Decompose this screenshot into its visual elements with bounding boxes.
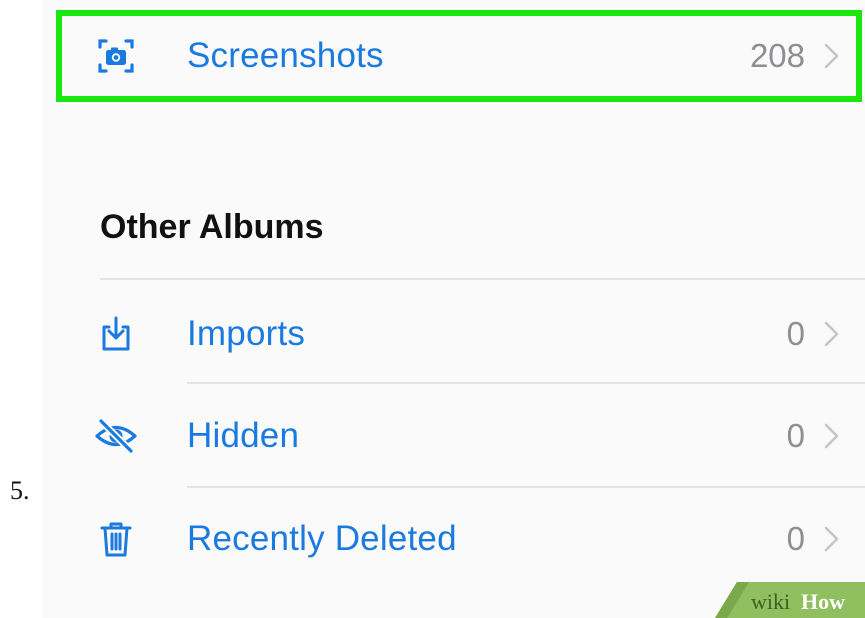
wikihow-watermark: wiki How: [715, 582, 865, 618]
albums-panel: Screenshots 208 Other Albums Imports 0 H…: [42, 0, 865, 618]
watermark-text-plain: wiki: [751, 589, 790, 614]
album-count-hidden: 0: [786, 417, 805, 454]
album-row-hidden[interactable]: Hidden 0: [42, 386, 865, 486]
highlight-box: [56, 10, 862, 102]
album-row-recently-deleted[interactable]: Recently Deleted 0: [42, 489, 865, 589]
album-label-hidden: Hidden: [187, 416, 300, 455]
divider: [100, 278, 865, 280]
trash-icon: [94, 517, 138, 561]
divider: [187, 486, 865, 488]
divider: [187, 382, 865, 384]
hidden-eye-icon: [94, 414, 138, 458]
album-row-imports[interactable]: Imports 0: [42, 284, 865, 384]
album-label-imports: Imports: [187, 314, 306, 353]
import-icon: [94, 312, 138, 356]
album-count-recently-deleted: 0: [786, 520, 805, 557]
step-number: 5.: [10, 476, 30, 505]
chevron-right-icon: [815, 418, 847, 454]
watermark-text-bold: How: [801, 589, 845, 614]
section-title-other-albums: Other Albums: [100, 208, 324, 246]
chevron-right-icon: [815, 316, 847, 352]
chevron-right-icon: [815, 521, 847, 557]
album-label-recently-deleted: Recently Deleted: [187, 519, 457, 558]
page: 5. Screenshots 208 Other Albums Imports …: [0, 0, 865, 618]
album-count-imports: 0: [786, 315, 805, 352]
